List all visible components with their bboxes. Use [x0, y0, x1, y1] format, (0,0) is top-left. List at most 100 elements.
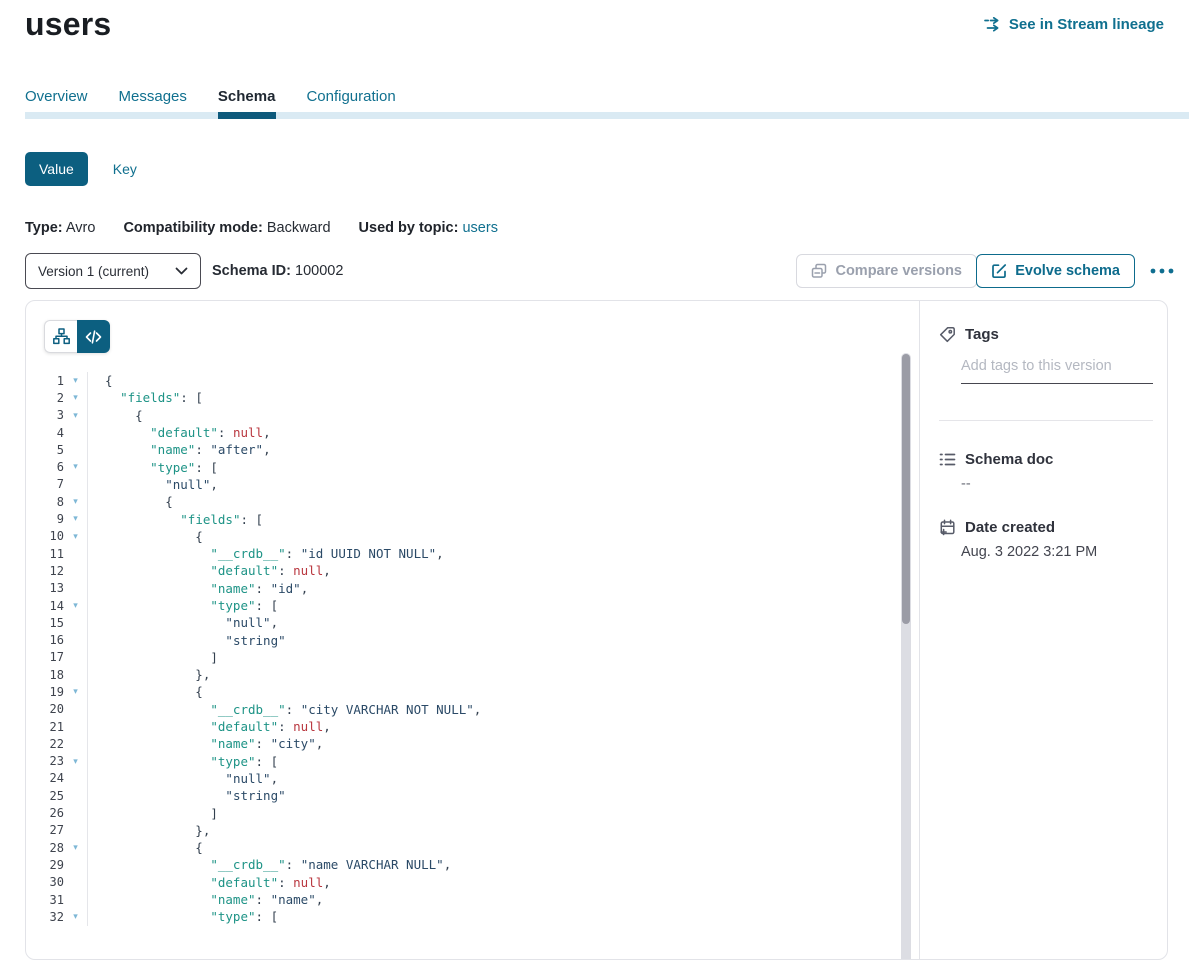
tab-messages[interactable]: Messages	[119, 88, 187, 114]
fold-gutter	[64, 631, 88, 648]
value-toggle-button[interactable]: Value	[25, 152, 88, 186]
key-toggle-button[interactable]: Key	[113, 161, 137, 177]
code-line: 24 "null",	[26, 770, 899, 787]
fold-arrow-icon[interactable]: ▾	[64, 493, 88, 510]
fold-arrow-icon[interactable]: ▾	[64, 908, 88, 925]
line-number: 23	[26, 754, 64, 768]
line-number: 31	[26, 893, 64, 907]
line-number: 8	[26, 495, 64, 509]
code-line: 12 "default": null,	[26, 562, 899, 579]
version-select[interactable]: Version 1 (current)	[25, 253, 201, 289]
code-text: "name": "city",	[88, 736, 323, 751]
schema-meta-row: Type: Avro Compatibility mode: Backward …	[25, 220, 498, 236]
tab-configuration[interactable]: Configuration	[306, 88, 395, 114]
line-number: 18	[26, 668, 64, 682]
fold-arrow-icon[interactable]: ▾	[64, 407, 88, 424]
code-text: "null",	[88, 771, 278, 786]
fold-gutter	[64, 701, 88, 718]
evolve-schema-label: Evolve schema	[1015, 263, 1120, 279]
fold-gutter	[64, 649, 88, 666]
line-number: 14	[26, 599, 64, 613]
code-line: 31 "name": "name",	[26, 891, 899, 908]
date-created-heading: Date created	[939, 519, 1055, 536]
code-view-icon	[85, 330, 102, 344]
code-text: "type": [	[88, 598, 278, 613]
code-line: 11 "__crdb__": "id UUID NOT NULL",	[26, 545, 899, 562]
fold-gutter	[64, 562, 88, 579]
more-options-button[interactable]	[1149, 259, 1175, 283]
fold-arrow-icon[interactable]: ▾	[64, 389, 88, 406]
fold-gutter	[64, 770, 88, 787]
code-line: 23▾ "type": [	[26, 753, 899, 770]
tree-view-button[interactable]	[44, 320, 77, 353]
fold-gutter	[64, 856, 88, 873]
fold-gutter	[64, 891, 88, 908]
code-text: "fields": [	[88, 390, 203, 405]
fold-gutter	[64, 476, 88, 493]
line-number: 10	[26, 529, 64, 543]
code-text: {	[88, 529, 203, 544]
line-number: 28	[26, 841, 64, 855]
fold-arrow-icon[interactable]: ▾	[64, 528, 88, 545]
tag-icon	[939, 326, 956, 343]
line-number: 24	[26, 771, 64, 785]
editor-scrollbar[interactable]	[901, 353, 911, 959]
evolve-schema-button[interactable]: Evolve schema	[976, 254, 1135, 288]
page-title: users	[25, 6, 111, 43]
tab-underline-indicator	[218, 112, 276, 119]
code-editor: 1▾{2▾ "fields": [3▾ {4 "default": null,5…	[26, 372, 899, 926]
fold-gutter	[64, 787, 88, 804]
fold-arrow-icon[interactable]: ▾	[64, 683, 88, 700]
code-line: 9▾ "fields": [	[26, 510, 899, 527]
code-text: {	[88, 494, 173, 509]
code-view-button[interactable]	[77, 320, 110, 353]
code-line: 19▾ {	[26, 683, 899, 700]
line-number: 12	[26, 564, 64, 578]
code-line: 7 "null",	[26, 476, 899, 493]
compare-versions-button[interactable]: Compare versions	[796, 254, 977, 288]
fold-gutter	[64, 804, 88, 821]
tab-schema[interactable]: Schema	[218, 88, 276, 114]
fold-arrow-icon[interactable]: ▾	[64, 597, 88, 614]
calendar-plus-icon	[939, 519, 956, 536]
code-line: 6▾ "type": [	[26, 458, 899, 475]
line-number: 13	[26, 581, 64, 595]
fold-arrow-icon[interactable]: ▾	[64, 372, 88, 389]
more-ellipsis-icon	[1149, 267, 1175, 275]
line-number: 21	[26, 720, 64, 734]
used-by-topic-link[interactable]: users	[462, 220, 497, 236]
tags-input[interactable]	[961, 354, 1153, 384]
line-number: 17	[26, 650, 64, 664]
code-line: 30 "default": null,	[26, 874, 899, 891]
code-text: ]	[88, 806, 218, 821]
fold-arrow-icon[interactable]: ▾	[64, 510, 88, 527]
code-text: "null",	[88, 615, 278, 630]
fold-arrow-icon[interactable]: ▾	[64, 458, 88, 475]
see-in-stream-lineage-link[interactable]: See in Stream lineage	[984, 16, 1164, 33]
fold-gutter	[64, 580, 88, 597]
code-text: "__crdb__": "city VARCHAR NOT NULL",	[88, 702, 481, 717]
date-created-value: Aug. 3 2022 3:21 PM	[961, 544, 1097, 560]
code-text: "default": null,	[88, 425, 271, 440]
code-text: "fields": [	[88, 512, 263, 527]
code-line: 26 ]	[26, 804, 899, 821]
editor-scrollbar-thumb[interactable]	[902, 354, 910, 624]
line-number: 6	[26, 460, 64, 474]
code-text: "type": [	[88, 909, 278, 924]
fold-gutter	[64, 666, 88, 683]
code-line: 5 "name": "after",	[26, 441, 899, 458]
line-number: 1	[26, 374, 64, 388]
tab-underline-track	[25, 112, 1189, 119]
fold-gutter	[64, 424, 88, 441]
fold-arrow-icon[interactable]: ▾	[64, 753, 88, 770]
line-number: 2	[26, 391, 64, 405]
fold-arrow-icon[interactable]: ▾	[64, 839, 88, 856]
line-number: 26	[26, 806, 64, 820]
tab-overview[interactable]: Overview	[25, 88, 88, 114]
schema-id-value: 100002	[295, 263, 343, 279]
used-by-topic-label: Used by topic:	[359, 220, 459, 236]
code-line: 28▾ {	[26, 839, 899, 856]
line-number: 30	[26, 875, 64, 889]
code-line: 22 "name": "city",	[26, 735, 899, 752]
code-line: 15 "null",	[26, 614, 899, 631]
